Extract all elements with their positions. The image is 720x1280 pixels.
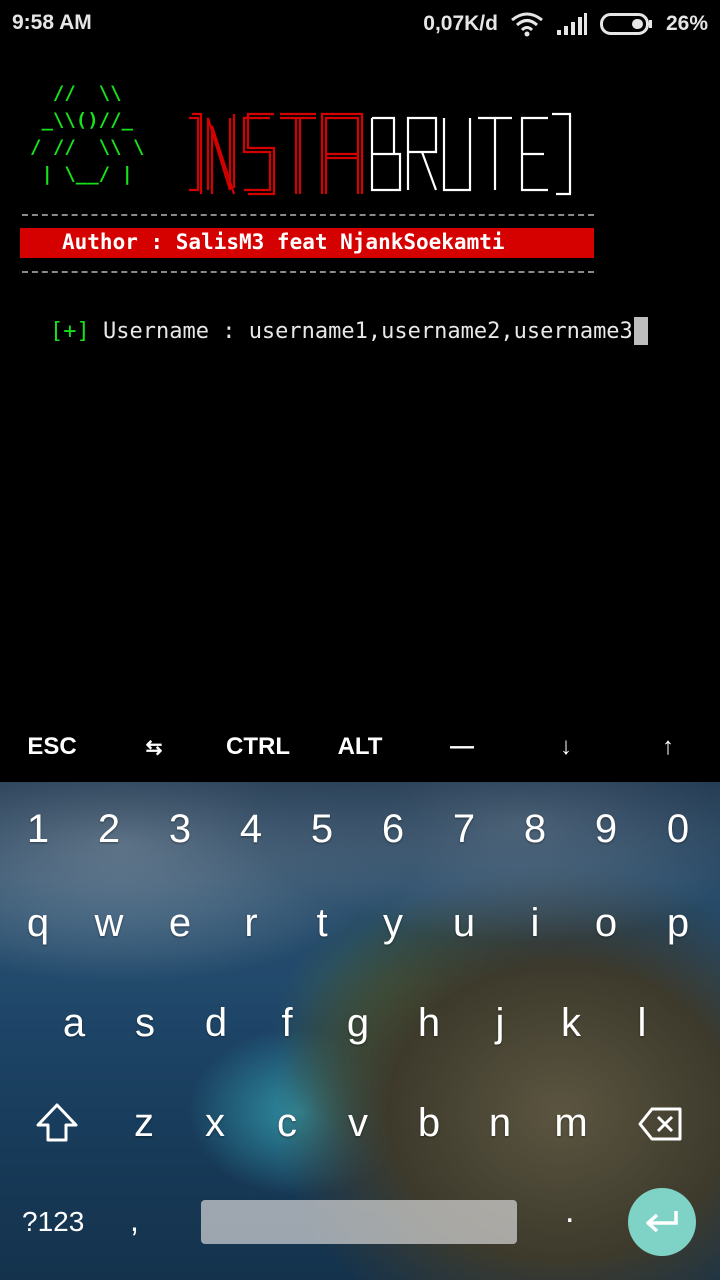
extra-keys-row: ESC ⇆ CTRL ALT — ↓ ↑	[0, 712, 720, 782]
key-p[interactable]: p	[642, 878, 714, 968]
terminal-view[interactable]: // \\ _\\()//_ / // \\ \ | \__/ | Author…	[0, 50, 720, 712]
author-banner: Author : SalisM3 feat NjankSoekamti	[20, 228, 594, 258]
soft-keyboard: 1 2 3 4 5 6 7 8 9 0 q w e r t y u i o p …	[0, 782, 720, 1280]
key-2[interactable]: 2	[73, 784, 145, 874]
esc-key[interactable]: ESC	[2, 712, 102, 782]
key-3[interactable]: 3	[144, 784, 216, 874]
status-bar: 9:58 AM 0,07K/d 26%	[0, 0, 720, 50]
key-b[interactable]: b	[393, 1078, 465, 1168]
key-c[interactable]: c	[251, 1078, 323, 1168]
key-v[interactable]: v	[322, 1078, 394, 1168]
key-u[interactable]: u	[428, 878, 500, 968]
key-k[interactable]: k	[535, 978, 607, 1068]
net-speed: 0,07K/d	[423, 12, 498, 35]
key-0[interactable]: 0	[642, 784, 714, 874]
key-m[interactable]: m	[535, 1078, 607, 1168]
key-y[interactable]: y	[357, 878, 429, 968]
key-d[interactable]: d	[180, 978, 252, 1068]
divider-bottom	[22, 271, 594, 273]
arrow-down-key[interactable]: ↓	[516, 712, 616, 782]
key-8[interactable]: 8	[499, 784, 571, 874]
battery-percent: 26%	[665, 12, 708, 35]
qwerty-row: q w e r t y u i o p	[0, 878, 720, 968]
key-x[interactable]: x	[179, 1078, 251, 1168]
key-9[interactable]: 9	[570, 784, 642, 874]
prompt-marker: [+]	[50, 318, 90, 344]
key-f[interactable]: f	[251, 978, 323, 1068]
wifi-icon	[511, 12, 543, 37]
enter-icon	[646, 1211, 678, 1233]
key-o[interactable]: o	[570, 878, 642, 968]
tab-key[interactable]: ⇆	[104, 712, 204, 782]
key-n[interactable]: n	[464, 1078, 536, 1168]
key-s[interactable]: s	[109, 978, 181, 1068]
number-row: 1 2 3 4 5 6 7 8 9 0	[0, 784, 720, 874]
ascii-spider-art: // \\ _\\()//_ / // \\ \ | \__/ |	[30, 82, 145, 185]
enter-key[interactable]	[628, 1188, 696, 1256]
divider-top	[22, 214, 594, 216]
comma-key[interactable]: ,	[130, 1202, 139, 1239]
symbols-key[interactable]: ?123	[22, 1200, 84, 1244]
text-cursor	[633, 317, 648, 345]
status-right-group: 0,07K/d 26%	[423, 11, 708, 37]
bottom-letter-row: z x c v b n m	[0, 1078, 720, 1168]
key-i[interactable]: i	[499, 878, 571, 968]
key-a[interactable]: a	[38, 978, 110, 1068]
key-q[interactable]: q	[2, 878, 74, 968]
key-r[interactable]: r	[215, 878, 287, 968]
key-6[interactable]: 6	[357, 784, 429, 874]
ctrl-key[interactable]: CTRL	[208, 712, 308, 782]
key-4[interactable]: 4	[215, 784, 287, 874]
key-5[interactable]: 5	[286, 784, 358, 874]
key-1[interactable]: 1	[2, 784, 74, 874]
key-w[interactable]: w	[73, 878, 145, 968]
battery-icon	[599, 13, 652, 35]
spacebar[interactable]	[201, 1200, 517, 1244]
signal-icon	[556, 13, 587, 35]
status-time: 9:58 AM	[12, 11, 92, 34]
key-7[interactable]: 7	[428, 784, 500, 874]
key-j[interactable]: j	[464, 978, 536, 1068]
username-prompt-line: [+] Username : username1,username2,usern…	[50, 316, 648, 346]
username-input-text: Username : username1,username2,username3	[89, 318, 633, 344]
backspace-icon[interactable]	[638, 1106, 684, 1142]
alt-key[interactable]: ALT	[310, 712, 410, 782]
instabrute-logo	[189, 112, 572, 196]
key-l[interactable]: l	[606, 978, 678, 1068]
key-e[interactable]: e	[144, 878, 216, 968]
home-row: a s d f g h j k l	[0, 978, 720, 1068]
key-h[interactable]: h	[393, 978, 465, 1068]
dash-key[interactable]: —	[412, 712, 512, 782]
key-g[interactable]: g	[322, 978, 394, 1068]
period-key[interactable]: .	[565, 1192, 574, 1231]
arrow-up-key[interactable]: ↑	[618, 712, 718, 782]
key-t[interactable]: t	[286, 878, 358, 968]
key-z[interactable]: z	[108, 1078, 180, 1168]
shift-icon[interactable]	[34, 1100, 80, 1146]
author-text: Author : SalisM3 feat NjankSoekamti	[62, 230, 505, 254]
